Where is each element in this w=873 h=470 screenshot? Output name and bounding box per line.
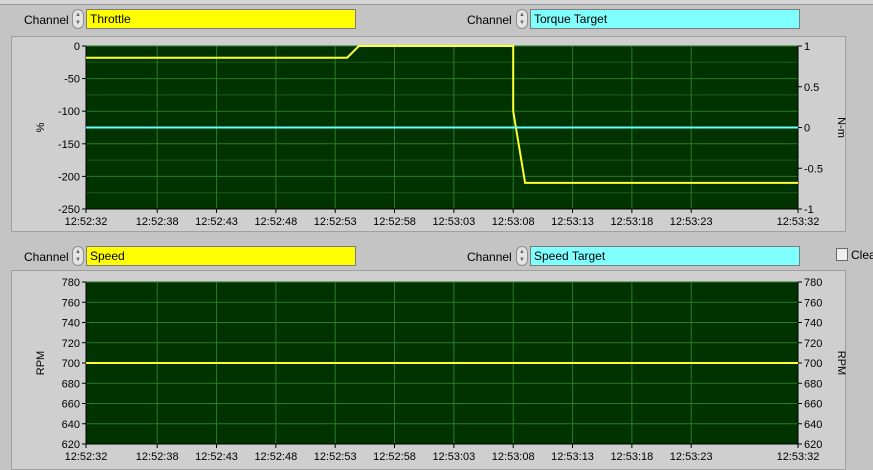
y2-tick-label: 700 <box>804 358 822 370</box>
y-tick-label: 620 <box>62 439 80 451</box>
x-tick-label: 12:52:48 <box>254 451 297 463</box>
y2-tick-label: 760 <box>804 297 822 309</box>
x-tick-label: 12:53:18 <box>610 451 653 463</box>
x-tick-label: 12:52:53 <box>314 451 357 463</box>
y2-tick-label: 640 <box>804 419 822 431</box>
x-tick-label: 12:53:13 <box>551 451 594 463</box>
y2-axis-label: RPM <box>835 351 847 375</box>
y2-tick-label: 740 <box>804 318 822 330</box>
x-tick-label: 12:52:32 <box>65 451 108 463</box>
speed-chart[interactable]: 12:52:32 12:52:38 12:52:43 12:52:48 12:52:53… <box>0 0 873 470</box>
x-tick-label: 12:53:03 <box>432 451 475 463</box>
y-tick-label: 640 <box>62 419 80 431</box>
x-tick-label: 12:52:58 <box>373 451 416 463</box>
y2-tick-label: 680 <box>804 378 822 390</box>
y-tick-label: 760 <box>62 297 80 309</box>
y2-tick-label: 660 <box>804 399 822 411</box>
y2-tick-label: 780 <box>804 277 822 289</box>
x-tick-label: 12:52:38 <box>136 451 179 463</box>
x-tick-label: 12:52:43 <box>195 451 238 463</box>
y-tick-label: 700 <box>62 358 80 370</box>
x-tick-label: 12:53:32 <box>777 451 820 463</box>
y-tick-label: 780 <box>62 277 80 289</box>
x-tick-label: 12:53:23 <box>670 451 713 463</box>
y-tick-label: 660 <box>62 399 80 411</box>
y-tick-label: 720 <box>62 338 80 350</box>
y-axis-label: RPM <box>35 351 47 375</box>
x-tick-label: 12:53:08 <box>492 451 535 463</box>
y-tick-label: 740 <box>62 318 80 330</box>
y-tick-label: 680 <box>62 378 80 390</box>
y2-tick-label: 620 <box>804 439 822 451</box>
y2-tick-label: 720 <box>804 338 822 350</box>
